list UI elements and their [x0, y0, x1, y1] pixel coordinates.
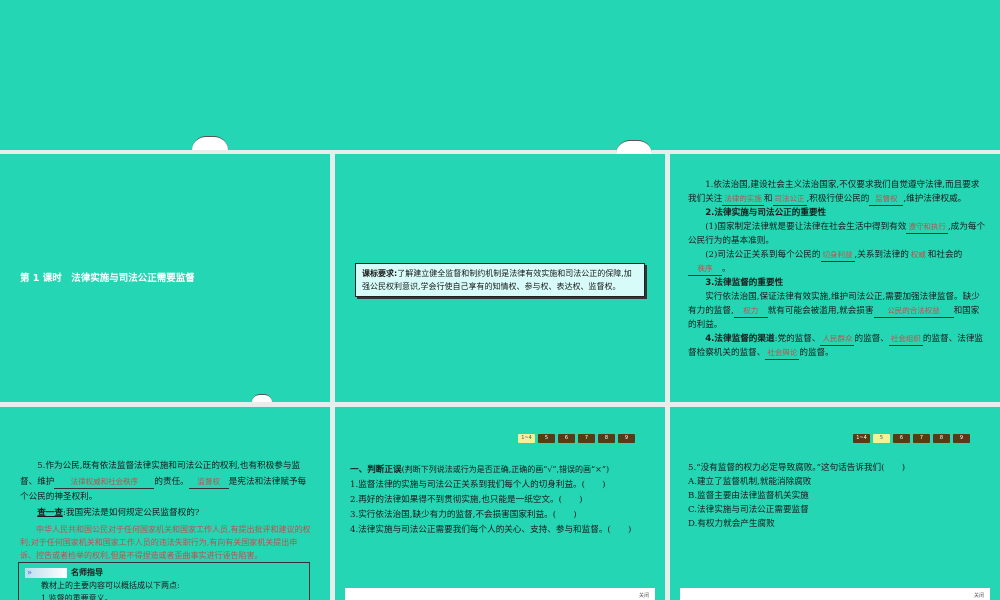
tip-title: 名师指导 — [71, 568, 103, 577]
close-bar: 关闭 — [680, 588, 990, 600]
page-6[interactable]: 6 — [558, 434, 575, 443]
page-9[interactable]: 9 — [618, 434, 635, 443]
lesson-title: 第 1 课时 法律实施与司法公正需要监督 — [20, 273, 195, 284]
page-7[interactable]: 7 — [913, 434, 930, 443]
question-text: 一、判断正误(判断下列说法或行为是否正确,正确的画“√”,错误的画“×”) 1.… — [350, 462, 650, 538]
page-8[interactable]: 8 — [598, 434, 615, 443]
decoration-bump — [252, 394, 272, 402]
close-button[interactable]: 关闭 — [974, 593, 984, 599]
question-item: 1.监督法律的实施与司法公正关系到我们每个人的切身利益。( ) — [350, 480, 606, 490]
close-bar: 关闭 — [345, 588, 655, 600]
option-c[interactable]: C.法律实施与司法公正需要监督 — [688, 503, 988, 517]
option-d[interactable]: D.有权力就会产生腐败 — [688, 517, 988, 531]
question-pager: 1~4 5 6 7 8 9 — [853, 434, 970, 443]
supervision-end-text: 的监督。 — [799, 348, 834, 358]
page-8[interactable]: 8 — [933, 434, 950, 443]
option-a[interactable]: A.建立了监督机制,就能消除腐败 — [688, 475, 988, 489]
page-5[interactable]: 5 — [538, 434, 555, 443]
supervision-text: 5.作为公民,既有依法监督法律实施和司法公正的权利,也有积极参与监督、维护 法律权… — [20, 461, 311, 560]
question-text: 5.“没有监督的权力必定导致腐败。”这句话告诉我们( ) A.建立了监督机制,就… — [688, 461, 988, 531]
page-9[interactable]: 9 — [953, 434, 970, 443]
teacher-tip-box: » 名师指导 教材上的主要内容可以概括成以下两点: 1.监督的重要意义。 — [18, 562, 310, 600]
slide-supervision: 5.作为公民,既有依法监督法律实施和司法公正的权利,也有积极参与监督、维护 法律权… — [0, 407, 330, 600]
slide-title: 第 1 课时 法律实施与司法公正需要监督 — [0, 154, 330, 402]
slide-choice: 1~4 5 6 7 8 9 5.“没有监督的权力必定导致腐败。”这句话告诉我们(… — [670, 407, 1000, 600]
slide-top-partial — [0, 0, 1000, 150]
page-7[interactable]: 7 — [578, 434, 595, 443]
tip-line: 教材上的主要内容可以概括成以下两点: — [41, 581, 180, 590]
question-item: 3.实行依法治国,缺少有力的监督,不会损害国家利益。( ) — [350, 510, 577, 520]
question-pager: 1~4 5 6 7 8 9 — [518, 434, 635, 443]
tip-line: 1.监督的重要意义。 — [41, 594, 113, 600]
slide-requirements: 课标要求:了解建立健全监督和制约机制是法律有效实施和司法公正的保障,加强公民权利… — [335, 154, 665, 402]
answer-text: 中华人民共和国公民对于任何国家机关和国家工作人员,有提出批评和建议的权利;对于任… — [20, 525, 311, 560]
req-text: 了解建立健全监督和制约机制是法律有效实施和司法公正的保障,加强公民权利意识,学会… — [362, 269, 632, 291]
option-b[interactable]: B.监督主要由法律监督机关实施 — [688, 489, 988, 503]
req-label: 课标要求: — [362, 269, 398, 278]
decoration-bump — [192, 136, 228, 150]
page-1-4[interactable]: 1~4 — [518, 434, 535, 443]
knowledge-text: 1.依法治国,建设社会主义法治国家,不仅要求我们自觉遵守法律,而且要求我们关注法… — [688, 180, 986, 360]
requirement-box: 课标要求:了解建立健全监督和制约机制是法律有效实施和司法公正的保障,加强公民权利… — [355, 263, 645, 297]
question-item: 2.再好的法律如果得不到贯彻实施,也只能是一纸空文。( ) — [350, 495, 583, 505]
slide-knowledge: 1.依法治国,建设社会主义法治国家,不仅要求我们自觉遵守法律,而且要求我们关注法… — [670, 154, 1000, 402]
question-item: 4.法律实施与司法公正需要我们每个人的关心、支持、参与和监督。( ) — [350, 525, 632, 535]
decoration-bump — [616, 140, 652, 154]
double-chevron-icon: » — [25, 567, 67, 578]
page-1-4[interactable]: 1~4 — [853, 434, 870, 443]
blank-social-opinion: 社会舆论 — [765, 347, 800, 360]
close-button[interactable]: 关闭 — [639, 593, 649, 599]
page-6[interactable]: 6 — [893, 434, 910, 443]
slide-true-false: 1~4 5 6 7 8 9 一、判断正误(判断下列说法或行为是否正确,正确的画“… — [335, 407, 665, 600]
page-5[interactable]: 5 — [873, 434, 890, 443]
